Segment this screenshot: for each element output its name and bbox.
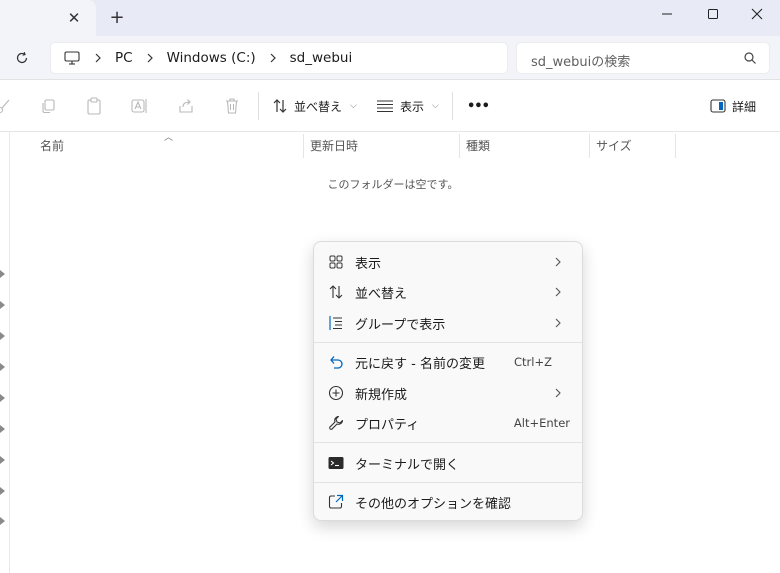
breadcrumb-pc[interactable]: PC xyxy=(115,50,133,66)
menu-item-label: 並べ替え xyxy=(355,287,408,302)
column-divider[interactable] xyxy=(459,134,460,158)
expand-arrow-icon[interactable] xyxy=(0,270,5,278)
maximize-button[interactable] xyxy=(690,0,736,28)
rename-icon[interactable] xyxy=(130,96,150,116)
close-window-button[interactable] xyxy=(734,0,780,28)
chevron-right-icon[interactable] xyxy=(266,51,280,65)
expand-arrow-icon[interactable] xyxy=(0,517,5,525)
search-input[interactable]: sd_webuiの検索 xyxy=(531,51,630,70)
wrench-icon xyxy=(328,415,344,431)
column-header-name[interactable]: 名前 xyxy=(40,132,64,160)
menu-item-label: 表示 xyxy=(355,257,382,272)
menu-item-label: 元に戻す - 名前の変更 xyxy=(355,357,485,372)
menu-item-label: グループで表示 xyxy=(355,318,446,333)
toolbar-divider xyxy=(258,92,259,120)
new-tab-button[interactable]: + xyxy=(104,6,130,32)
refresh-icon xyxy=(16,52,28,64)
sort-ascending-icon: ︿ xyxy=(164,133,174,143)
view-icon xyxy=(377,100,393,113)
navigation-pane-divider[interactable] xyxy=(9,132,10,573)
menu-item-label: ターミナルで開く xyxy=(355,458,460,473)
copy-icon[interactable] xyxy=(38,96,58,116)
cut-icon[interactable] xyxy=(0,96,14,116)
address-bar-row: PC Windows (C:) sd_webui sd_webuiの検索 xyxy=(0,36,780,80)
chevron-right-icon xyxy=(550,284,566,300)
chevron-down-icon: ⌵ xyxy=(432,101,439,111)
menu-divider xyxy=(314,482,582,483)
tab-close-button[interactable]: ✕ xyxy=(62,6,86,30)
menu-item-undo[interactable]: 元に戻す - 名前の変更 Ctrl+Z xyxy=(318,347,580,377)
chevron-right-icon xyxy=(550,315,566,331)
menu-item-open-terminal[interactable]: ターミナルで開く xyxy=(318,448,580,478)
column-header-type[interactable]: 種類 xyxy=(466,132,490,160)
column-header-size[interactable]: サイズ xyxy=(596,132,632,160)
column-divider[interactable] xyxy=(589,134,590,158)
add-circle-icon xyxy=(328,385,344,401)
grid-view-icon xyxy=(328,254,344,270)
breadcrumb-folder[interactable]: sd_webui xyxy=(290,50,353,66)
pc-icon xyxy=(63,49,81,67)
chevron-right-icon[interactable] xyxy=(143,51,157,65)
terminal-icon xyxy=(328,455,344,471)
menu-item-group-by[interactable]: グループで表示 xyxy=(318,308,580,338)
chevron-down-icon: ⌵ xyxy=(350,101,357,111)
search-icon xyxy=(743,51,759,67)
search-box[interactable]: sd_webuiの検索 xyxy=(516,42,770,74)
column-divider[interactable] xyxy=(675,134,676,158)
expand-arrow-icon[interactable] xyxy=(0,363,5,371)
menu-divider xyxy=(314,442,582,443)
expand-arrow-icon[interactable] xyxy=(0,456,5,464)
column-header-modified[interactable]: 更新日時 xyxy=(310,132,358,160)
view-button[interactable]: 表示 ⌵ xyxy=(376,94,439,118)
toolbar-divider xyxy=(452,92,453,120)
menu-item-show-more-options[interactable]: その他のオプションを確認 xyxy=(318,487,580,517)
details-label: 詳細 xyxy=(732,99,757,114)
details-pane-button[interactable]: 詳細 xyxy=(710,94,756,118)
sort-icon xyxy=(273,99,287,113)
undo-icon xyxy=(328,354,344,370)
share-icon[interactable] xyxy=(176,96,196,116)
paste-icon[interactable] xyxy=(84,96,104,116)
menu-item-sort[interactable]: 並べ替え xyxy=(318,277,580,307)
folder-tab[interactable]: ✕ xyxy=(0,0,96,36)
delete-icon[interactable] xyxy=(222,96,242,116)
close-icon xyxy=(751,8,763,20)
shortcut-text: Alt+Enter xyxy=(513,416,570,430)
expand-arrow-icon[interactable] xyxy=(0,487,5,495)
expand-arrow-icon[interactable] xyxy=(0,301,5,309)
expand-arrow-icon[interactable] xyxy=(0,394,5,402)
chevron-right-icon xyxy=(550,254,566,270)
sort-label: 並べ替え xyxy=(294,99,343,114)
menu-divider xyxy=(314,342,582,343)
menu-item-label: 新規作成 xyxy=(355,388,408,403)
title-bar: ✕ + xyxy=(0,0,780,36)
menu-item-view[interactable]: 表示 xyxy=(318,247,580,277)
address-bar[interactable]: PC Windows (C:) sd_webui xyxy=(50,42,508,74)
view-label: 表示 xyxy=(400,99,425,114)
group-list-icon xyxy=(328,315,344,331)
minimize-button[interactable] xyxy=(644,0,690,28)
details-pane-icon xyxy=(710,99,726,113)
expand-arrow-icon[interactable] xyxy=(0,332,5,340)
sort-icon xyxy=(328,284,344,300)
sort-button[interactable]: 並べ替え ⌵ xyxy=(272,94,357,118)
maximize-icon xyxy=(708,9,718,19)
expand-arrow-icon[interactable] xyxy=(0,425,5,433)
command-bar: 並べ替え ⌵ 表示 ⌵ ••• 詳細 xyxy=(0,80,780,132)
shortcut-text: Ctrl+Z xyxy=(514,355,552,369)
more-options-button[interactable]: ••• xyxy=(467,94,490,118)
menu-item-label: プロパティ xyxy=(355,418,420,433)
minimize-icon xyxy=(662,13,672,15)
open-external-icon xyxy=(328,494,344,510)
chevron-right-icon xyxy=(550,385,566,401)
chevron-right-icon[interactable] xyxy=(91,51,105,65)
menu-item-properties[interactable]: プロパティ Alt+Enter xyxy=(318,408,580,438)
empty-folder-message: このフォルダーは空です。 xyxy=(327,178,459,191)
breadcrumb-drive[interactable]: Windows (C:) xyxy=(167,50,256,66)
refresh-button[interactable] xyxy=(10,46,34,70)
column-divider[interactable] xyxy=(303,134,304,158)
menu-item-new[interactable]: 新規作成 xyxy=(318,378,580,408)
menu-item-label: その他のオプションを確認 xyxy=(355,497,512,512)
context-menu: 表示 並べ替え グループで表示 元に戻す - 名前の変更 Ctrl+Z 新規作成 xyxy=(313,241,583,521)
